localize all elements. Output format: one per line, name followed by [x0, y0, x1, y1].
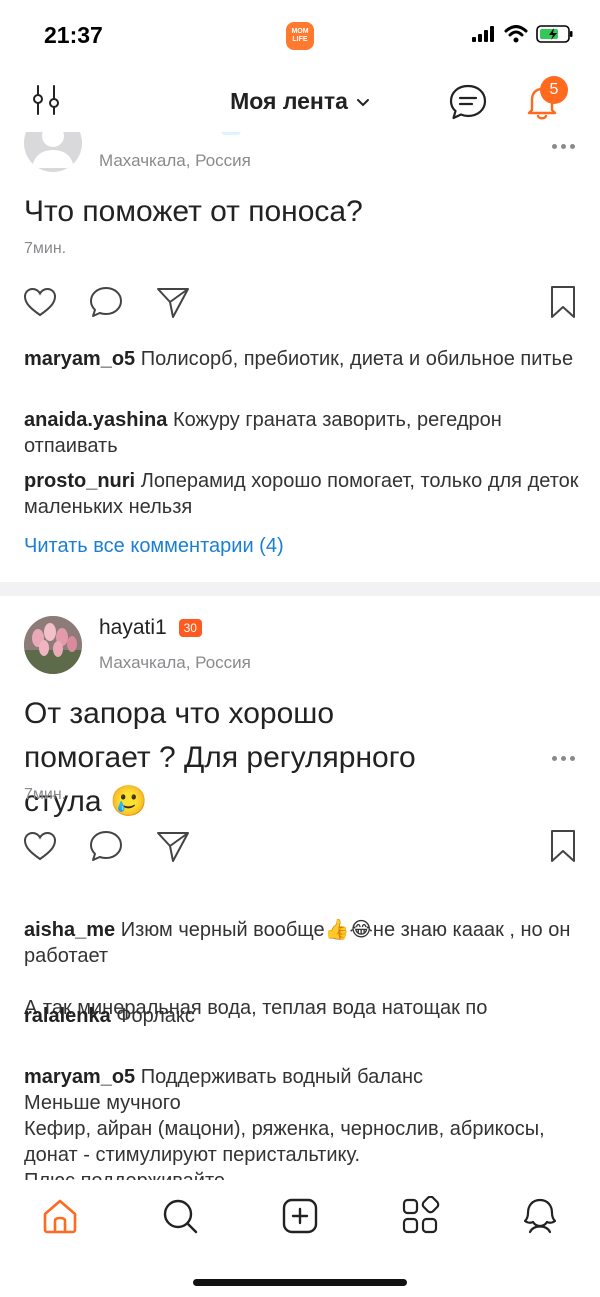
comment-author[interactable]: prosto_nuri	[24, 470, 135, 492]
post-time: 7мин.	[24, 786, 67, 803]
post-divider	[0, 582, 600, 596]
messages-icon[interactable]	[448, 82, 488, 122]
app-header: Моя лента	[0, 70, 600, 132]
battery-icon	[536, 25, 573, 43]
comment-text: Форлакс	[116, 1005, 195, 1027]
comment-icon[interactable]	[88, 828, 124, 864]
like-icon[interactable]	[22, 284, 58, 320]
comment-text: Полисорб, пребиотик, диета и обильное пи…	[140, 348, 574, 370]
feed[interactable]: adamova86 Махачкала, Россия Что поможет …	[0, 112, 600, 1180]
comment[interactable]: ralalenka Форлакс	[24, 1003, 582, 1029]
add-icon[interactable]	[280, 1196, 320, 1236]
comment-icon[interactable]	[88, 284, 124, 320]
level-badge: 30	[178, 619, 202, 638]
tab-bar	[0, 1180, 600, 1297]
home-indicator[interactable]	[193, 1279, 407, 1286]
post-author[interactable]: hayati1 30	[99, 616, 202, 640]
comment-author[interactable]: aisha_me	[24, 919, 115, 941]
bookmark-icon[interactable]	[545, 828, 581, 864]
share-icon[interactable]	[155, 284, 191, 320]
search-icon[interactable]	[160, 1196, 200, 1236]
avatar[interactable]	[24, 616, 82, 674]
profile-icon[interactable]	[520, 1196, 560, 1236]
comment-author[interactable]: maryam_o5	[24, 1066, 135, 1088]
home-icon[interactable]	[40, 1196, 80, 1236]
comment[interactable]: maryam_o5 Поддерживать водный баланс Мен…	[24, 1038, 582, 1180]
username: hayati1	[99, 616, 167, 639]
apps-icon[interactable]	[400, 1196, 440, 1236]
feed-selector[interactable]: Моя лента	[0, 88, 600, 115]
comment[interactable]: aisha_me Изюм черный вообще👍😂не знаю каа…	[24, 891, 582, 1021]
tulips-photo	[24, 616, 82, 674]
comment[interactable]: maryam_o5 Полисорб, пребиотик, диета и о…	[24, 346, 582, 372]
comment-author[interactable]: maryam_o5	[24, 348, 135, 370]
comment-author[interactable]: ralalenka	[24, 1005, 111, 1027]
comment[interactable]: prosto_nuri Лоперамид хорошо помогает, т…	[24, 468, 582, 520]
status-bar: 21:37 MOM LIFE	[0, 0, 600, 70]
read-all-comments-link[interactable]: Читать все комментарии (4)	[24, 535, 284, 558]
post-time: 7мин.	[24, 240, 67, 257]
feed-title: Моя лента	[230, 88, 348, 114]
comment[interactable]: anaida.yashina Кожуру граната заворить, …	[24, 407, 582, 459]
more-options-button[interactable]	[548, 750, 578, 766]
app-logo-icon: MOM LIFE	[286, 22, 314, 50]
like-icon[interactable]	[22, 828, 58, 864]
wifi-icon	[504, 25, 528, 43]
comment-author[interactable]: anaida.yashina	[24, 409, 167, 431]
status-icons	[472, 24, 574, 44]
post-card: hayati1 30 Махачкала, Россия От запора ч…	[0, 596, 600, 1180]
location: Махачкала, Россия	[99, 653, 251, 672]
post-question[interactable]: Что поможет от поноса?	[24, 190, 580, 234]
post-card: adamova86 Махачкала, Россия Что поможет …	[0, 112, 600, 568]
notification-count-badge: 5	[540, 76, 568, 104]
share-icon[interactable]	[155, 828, 191, 864]
more-options-button[interactable]	[548, 138, 578, 154]
bookmark-icon[interactable]	[545, 284, 581, 320]
status-time: 21:37	[44, 22, 103, 48]
chevron-down-icon	[356, 98, 369, 107]
location: Махачкала, Россия	[99, 151, 251, 170]
signal-icon	[472, 26, 494, 42]
post-question[interactable]: От запора что хорошо помогает ? Для регу…	[24, 692, 444, 824]
